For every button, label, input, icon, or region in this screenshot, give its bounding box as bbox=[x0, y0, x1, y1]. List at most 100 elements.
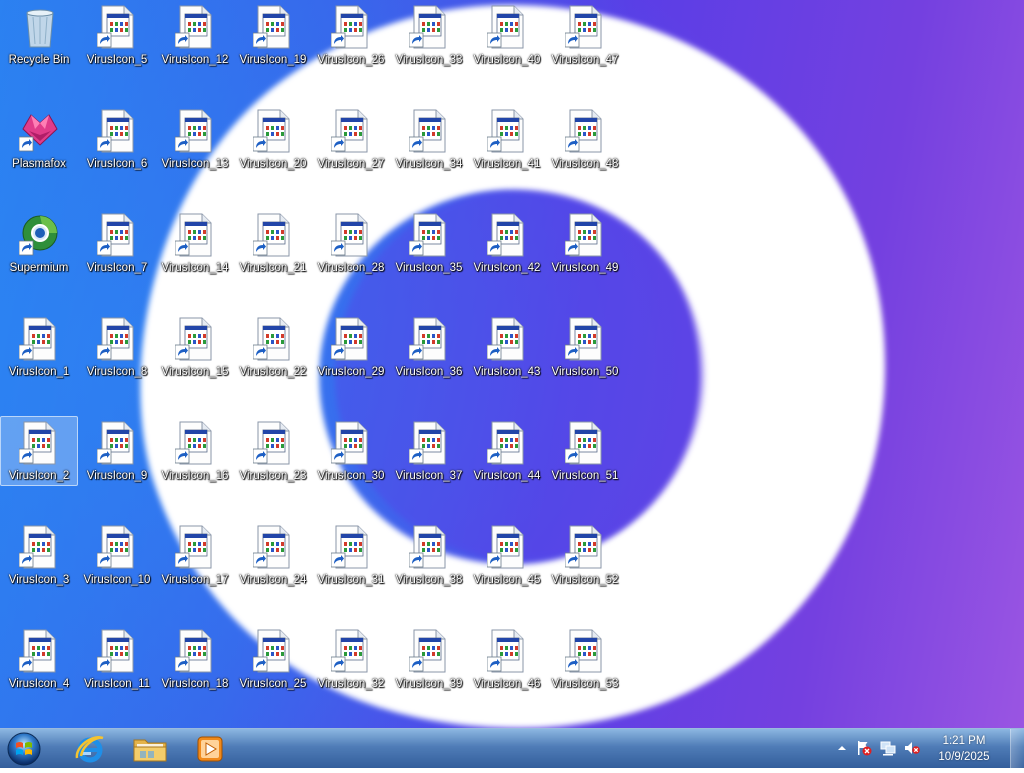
desktop-icon-virusicon-36[interactable]: VirusIcon_36 bbox=[390, 312, 468, 382]
taskbar: 1:21 PM 10/9/2025 bbox=[0, 728, 1024, 768]
desktop-icon-virusicon-41[interactable]: VirusIcon_41 bbox=[468, 104, 546, 174]
desktop-icon-virusicon-8[interactable]: VirusIcon_8 bbox=[78, 312, 156, 382]
desktop-icon-virusicon-26[interactable]: VirusIcon_26 bbox=[312, 0, 390, 70]
desktop-icon-virusicon-29[interactable]: VirusIcon_29 bbox=[312, 312, 390, 382]
network-icon[interactable] bbox=[880, 740, 896, 756]
media-player-icon bbox=[197, 736, 223, 762]
desktop-icon-grid: Recycle Bin Plasmafox Supermium VirusIcon_1… bbox=[0, 0, 1024, 728]
desktop-icon-virusicon-13[interactable]: VirusIcon_13 bbox=[156, 104, 234, 174]
desktop-icon-virusicon-30[interactable]: VirusIcon_30 bbox=[312, 416, 390, 486]
start-button[interactable] bbox=[4, 730, 44, 768]
virus-file-shortcut-icon bbox=[331, 421, 373, 465]
desktop-icon-label: VirusIcon_22 bbox=[239, 366, 307, 378]
desktop-icon-virusicon-52[interactable]: VirusIcon_52 bbox=[546, 520, 624, 590]
desktop-icon-label: VirusIcon_2 bbox=[8, 470, 70, 482]
desktop-icon-virusicon-10[interactable]: VirusIcon_10 bbox=[78, 520, 156, 590]
desktop-icon-virusicon-2[interactable]: VirusIcon_2 bbox=[0, 416, 78, 486]
virus-file-shortcut-icon bbox=[409, 629, 451, 673]
desktop-icon-label: VirusIcon_7 bbox=[86, 262, 148, 274]
desktop-icon-label: VirusIcon_8 bbox=[86, 366, 148, 378]
desktop-icon-label: VirusIcon_40 bbox=[473, 54, 541, 66]
folder-icon bbox=[133, 739, 167, 762]
virus-file-shortcut-icon bbox=[19, 317, 61, 361]
desktop-icon-virusicon-14[interactable]: VirusIcon_14 bbox=[156, 208, 234, 278]
desktop-icon-virusicon-18[interactable]: VirusIcon_18 bbox=[156, 624, 234, 694]
desktop-icon-virusicon-23[interactable]: VirusIcon_23 bbox=[234, 416, 312, 486]
desktop-icon-virusicon-40[interactable]: VirusIcon_40 bbox=[468, 0, 546, 70]
desktop-icon-label: VirusIcon_46 bbox=[473, 678, 541, 690]
desktop-icon-virusicon-34[interactable]: VirusIcon_34 bbox=[390, 104, 468, 174]
desktop-icon-label: VirusIcon_12 bbox=[161, 54, 229, 66]
desktop-icon-label: VirusIcon_37 bbox=[395, 470, 463, 482]
desktop-icon-virusicon-25[interactable]: VirusIcon_25 bbox=[234, 624, 312, 694]
desktop-icon-virusicon-17[interactable]: VirusIcon_17 bbox=[156, 520, 234, 590]
desktop-icon-virusicon-53[interactable]: VirusIcon_53 bbox=[546, 624, 624, 694]
desktop[interactable]: Recycle Bin Plasmafox Supermium VirusIcon_1… bbox=[0, 0, 1024, 728]
desktop-icon-supermium[interactable]: Supermium bbox=[0, 208, 78, 278]
desktop-icon-virusicon-11[interactable]: VirusIcon_11 bbox=[78, 624, 156, 694]
desktop-icon-virusicon-16[interactable]: VirusIcon_16 bbox=[156, 416, 234, 486]
desktop-icon-virusicon-50[interactable]: VirusIcon_50 bbox=[546, 312, 624, 382]
desktop-icon-virusicon-46[interactable]: VirusIcon_46 bbox=[468, 624, 546, 694]
desktop-icon-virusicon-24[interactable]: VirusIcon_24 bbox=[234, 520, 312, 590]
desktop-icon-label: VirusIcon_48 bbox=[551, 158, 619, 170]
desktop-icon-virusicon-33[interactable]: VirusIcon_33 bbox=[390, 0, 468, 70]
desktop-icon-label: VirusIcon_51 bbox=[551, 470, 619, 482]
desktop-icon-virusicon-45[interactable]: VirusIcon_45 bbox=[468, 520, 546, 590]
desktop-icon-virusicon-43[interactable]: VirusIcon_43 bbox=[468, 312, 546, 382]
desktop-icon-virusicon-3[interactable]: VirusIcon_3 bbox=[0, 520, 78, 590]
desktop-icon-virusicon-27[interactable]: VirusIcon_27 bbox=[312, 104, 390, 174]
virus-file-shortcut-icon bbox=[253, 317, 295, 361]
desktop-icon-label: VirusIcon_17 bbox=[161, 574, 229, 586]
desktop-icon-label: VirusIcon_26 bbox=[317, 54, 385, 66]
desktop-icon-virusicon-12[interactable]: VirusIcon_12 bbox=[156, 0, 234, 70]
show-desktop-button[interactable] bbox=[1010, 729, 1024, 768]
desktop-icon-virusicon-4[interactable]: VirusIcon_4 bbox=[0, 624, 78, 694]
desktop-icon-virusicon-28[interactable]: VirusIcon_28 bbox=[312, 208, 390, 278]
desktop-icon-label: VirusIcon_52 bbox=[551, 574, 619, 586]
desktop-icon-virusicon-21[interactable]: VirusIcon_21 bbox=[234, 208, 312, 278]
desktop-icon-virusicon-5[interactable]: VirusIcon_5 bbox=[78, 0, 156, 70]
desktop-icon-virusicon-32[interactable]: VirusIcon_32 bbox=[312, 624, 390, 694]
desktop-icon-virusicon-1[interactable]: VirusIcon_1 bbox=[0, 312, 78, 382]
desktop-icon-label: VirusIcon_29 bbox=[317, 366, 385, 378]
volume-muted-icon[interactable] bbox=[904, 740, 920, 756]
virus-file-shortcut-icon bbox=[97, 525, 139, 569]
desktop-icon-recycle-bin[interactable]: Recycle Bin bbox=[0, 0, 78, 70]
clock-date: 10/9/2025 bbox=[938, 751, 990, 763]
clock[interactable]: 1:21 PM 10/9/2025 bbox=[932, 733, 996, 765]
desktop-icon-virusicon-6[interactable]: VirusIcon_6 bbox=[78, 104, 156, 174]
virus-file-shortcut-icon bbox=[175, 213, 217, 257]
taskbar-internet-explorer[interactable] bbox=[62, 730, 118, 768]
show-hidden-icons-chevron-icon[interactable] bbox=[836, 742, 848, 754]
desktop-icon-virusicon-7[interactable]: VirusIcon_7 bbox=[78, 208, 156, 278]
desktop-icon-virusicon-22[interactable]: VirusIcon_22 bbox=[234, 312, 312, 382]
desktop-icon-virusicon-20[interactable]: VirusIcon_20 bbox=[234, 104, 312, 174]
desktop-icon-virusicon-51[interactable]: VirusIcon_51 bbox=[546, 416, 624, 486]
desktop-icon-label: VirusIcon_19 bbox=[239, 54, 307, 66]
desktop-icon-plasmafox[interactable]: Plasmafox bbox=[0, 104, 78, 174]
desktop-icon-virusicon-37[interactable]: VirusIcon_37 bbox=[390, 416, 468, 486]
desktop-icon-virusicon-44[interactable]: VirusIcon_44 bbox=[468, 416, 546, 486]
desktop-icon-virusicon-47[interactable]: VirusIcon_47 bbox=[546, 0, 624, 70]
desktop-icon-virusicon-9[interactable]: VirusIcon_9 bbox=[78, 416, 156, 486]
desktop-icon-label: VirusIcon_42 bbox=[473, 262, 541, 274]
desktop-icon-label: VirusIcon_16 bbox=[161, 470, 229, 482]
desktop-icon-virusicon-35[interactable]: VirusIcon_35 bbox=[390, 208, 468, 278]
desktop-icon-label: VirusIcon_24 bbox=[239, 574, 307, 586]
desktop-icon-virusicon-42[interactable]: VirusIcon_42 bbox=[468, 208, 546, 278]
desktop-icon-virusicon-38[interactable]: VirusIcon_38 bbox=[390, 520, 468, 590]
desktop-icon-virusicon-31[interactable]: VirusIcon_31 bbox=[312, 520, 390, 590]
desktop-icon-virusicon-15[interactable]: VirusIcon_15 bbox=[156, 312, 234, 382]
taskbar-windows-explorer[interactable] bbox=[122, 730, 178, 768]
desktop-icon-virusicon-19[interactable]: VirusIcon_19 bbox=[234, 0, 312, 70]
virus-file-shortcut-icon bbox=[97, 421, 139, 465]
virus-file-shortcut-icon bbox=[331, 525, 373, 569]
desktop-icon-virusicon-39[interactable]: VirusIcon_39 bbox=[390, 624, 468, 694]
desktop-icon-virusicon-48[interactable]: VirusIcon_48 bbox=[546, 104, 624, 174]
taskbar-media-player[interactable] bbox=[182, 730, 238, 768]
desktop-icon-label: VirusIcon_5 bbox=[86, 54, 148, 66]
plasmafox-icon bbox=[19, 109, 61, 153]
desktop-icon-virusicon-49[interactable]: VirusIcon_49 bbox=[546, 208, 624, 278]
action-center-flag-icon[interactable] bbox=[856, 740, 872, 756]
